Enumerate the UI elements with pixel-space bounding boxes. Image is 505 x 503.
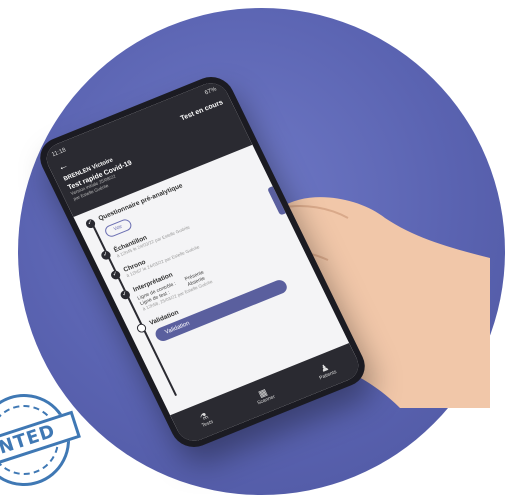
nav-patients[interactable]: ♟ Patients	[314, 360, 337, 381]
view-button[interactable]: Voir	[103, 217, 134, 239]
status-time: 11:18	[51, 147, 68, 159]
nav-tests[interactable]: ⚗ Tests	[196, 410, 214, 429]
arrow-left-icon[interactable]: ←	[56, 160, 70, 174]
battery-level: 67%	[203, 86, 218, 97]
nav-scanner[interactable]: ▦ Scanner	[252, 385, 276, 406]
